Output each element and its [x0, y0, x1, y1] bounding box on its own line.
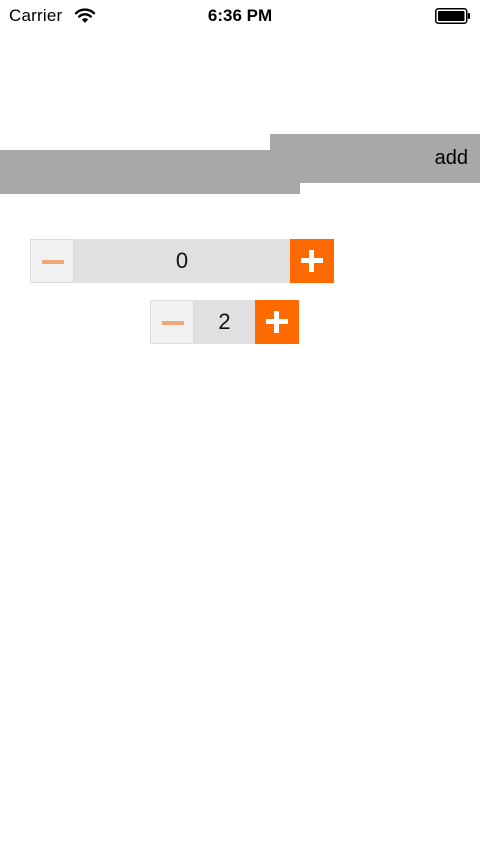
plus-icon-vertical — [309, 250, 314, 272]
battery-icon — [435, 8, 470, 24]
status-bar: Carrier 6:36 PM — [0, 0, 480, 32]
quantity-stepper: 0 — [30, 239, 334, 283]
add-button[interactable]: add — [270, 134, 480, 183]
decrement-button[interactable] — [30, 239, 74, 283]
quantity-stepper: 2 — [150, 300, 300, 344]
quantity-value[interactable]: 0 — [74, 239, 290, 283]
minus-icon — [162, 321, 184, 325]
grey-banner — [0, 150, 300, 194]
clock-time: 6:36 PM — [207, 6, 273, 25]
increment-button[interactable] — [290, 239, 334, 283]
decrement-button[interactable] — [150, 300, 194, 344]
increment-button[interactable] — [255, 300, 299, 344]
plus-icon-vertical — [274, 311, 279, 333]
add-button-label: add — [434, 147, 468, 169]
quantity-value[interactable]: 2 — [194, 300, 255, 344]
minus-icon — [42, 260, 64, 264]
